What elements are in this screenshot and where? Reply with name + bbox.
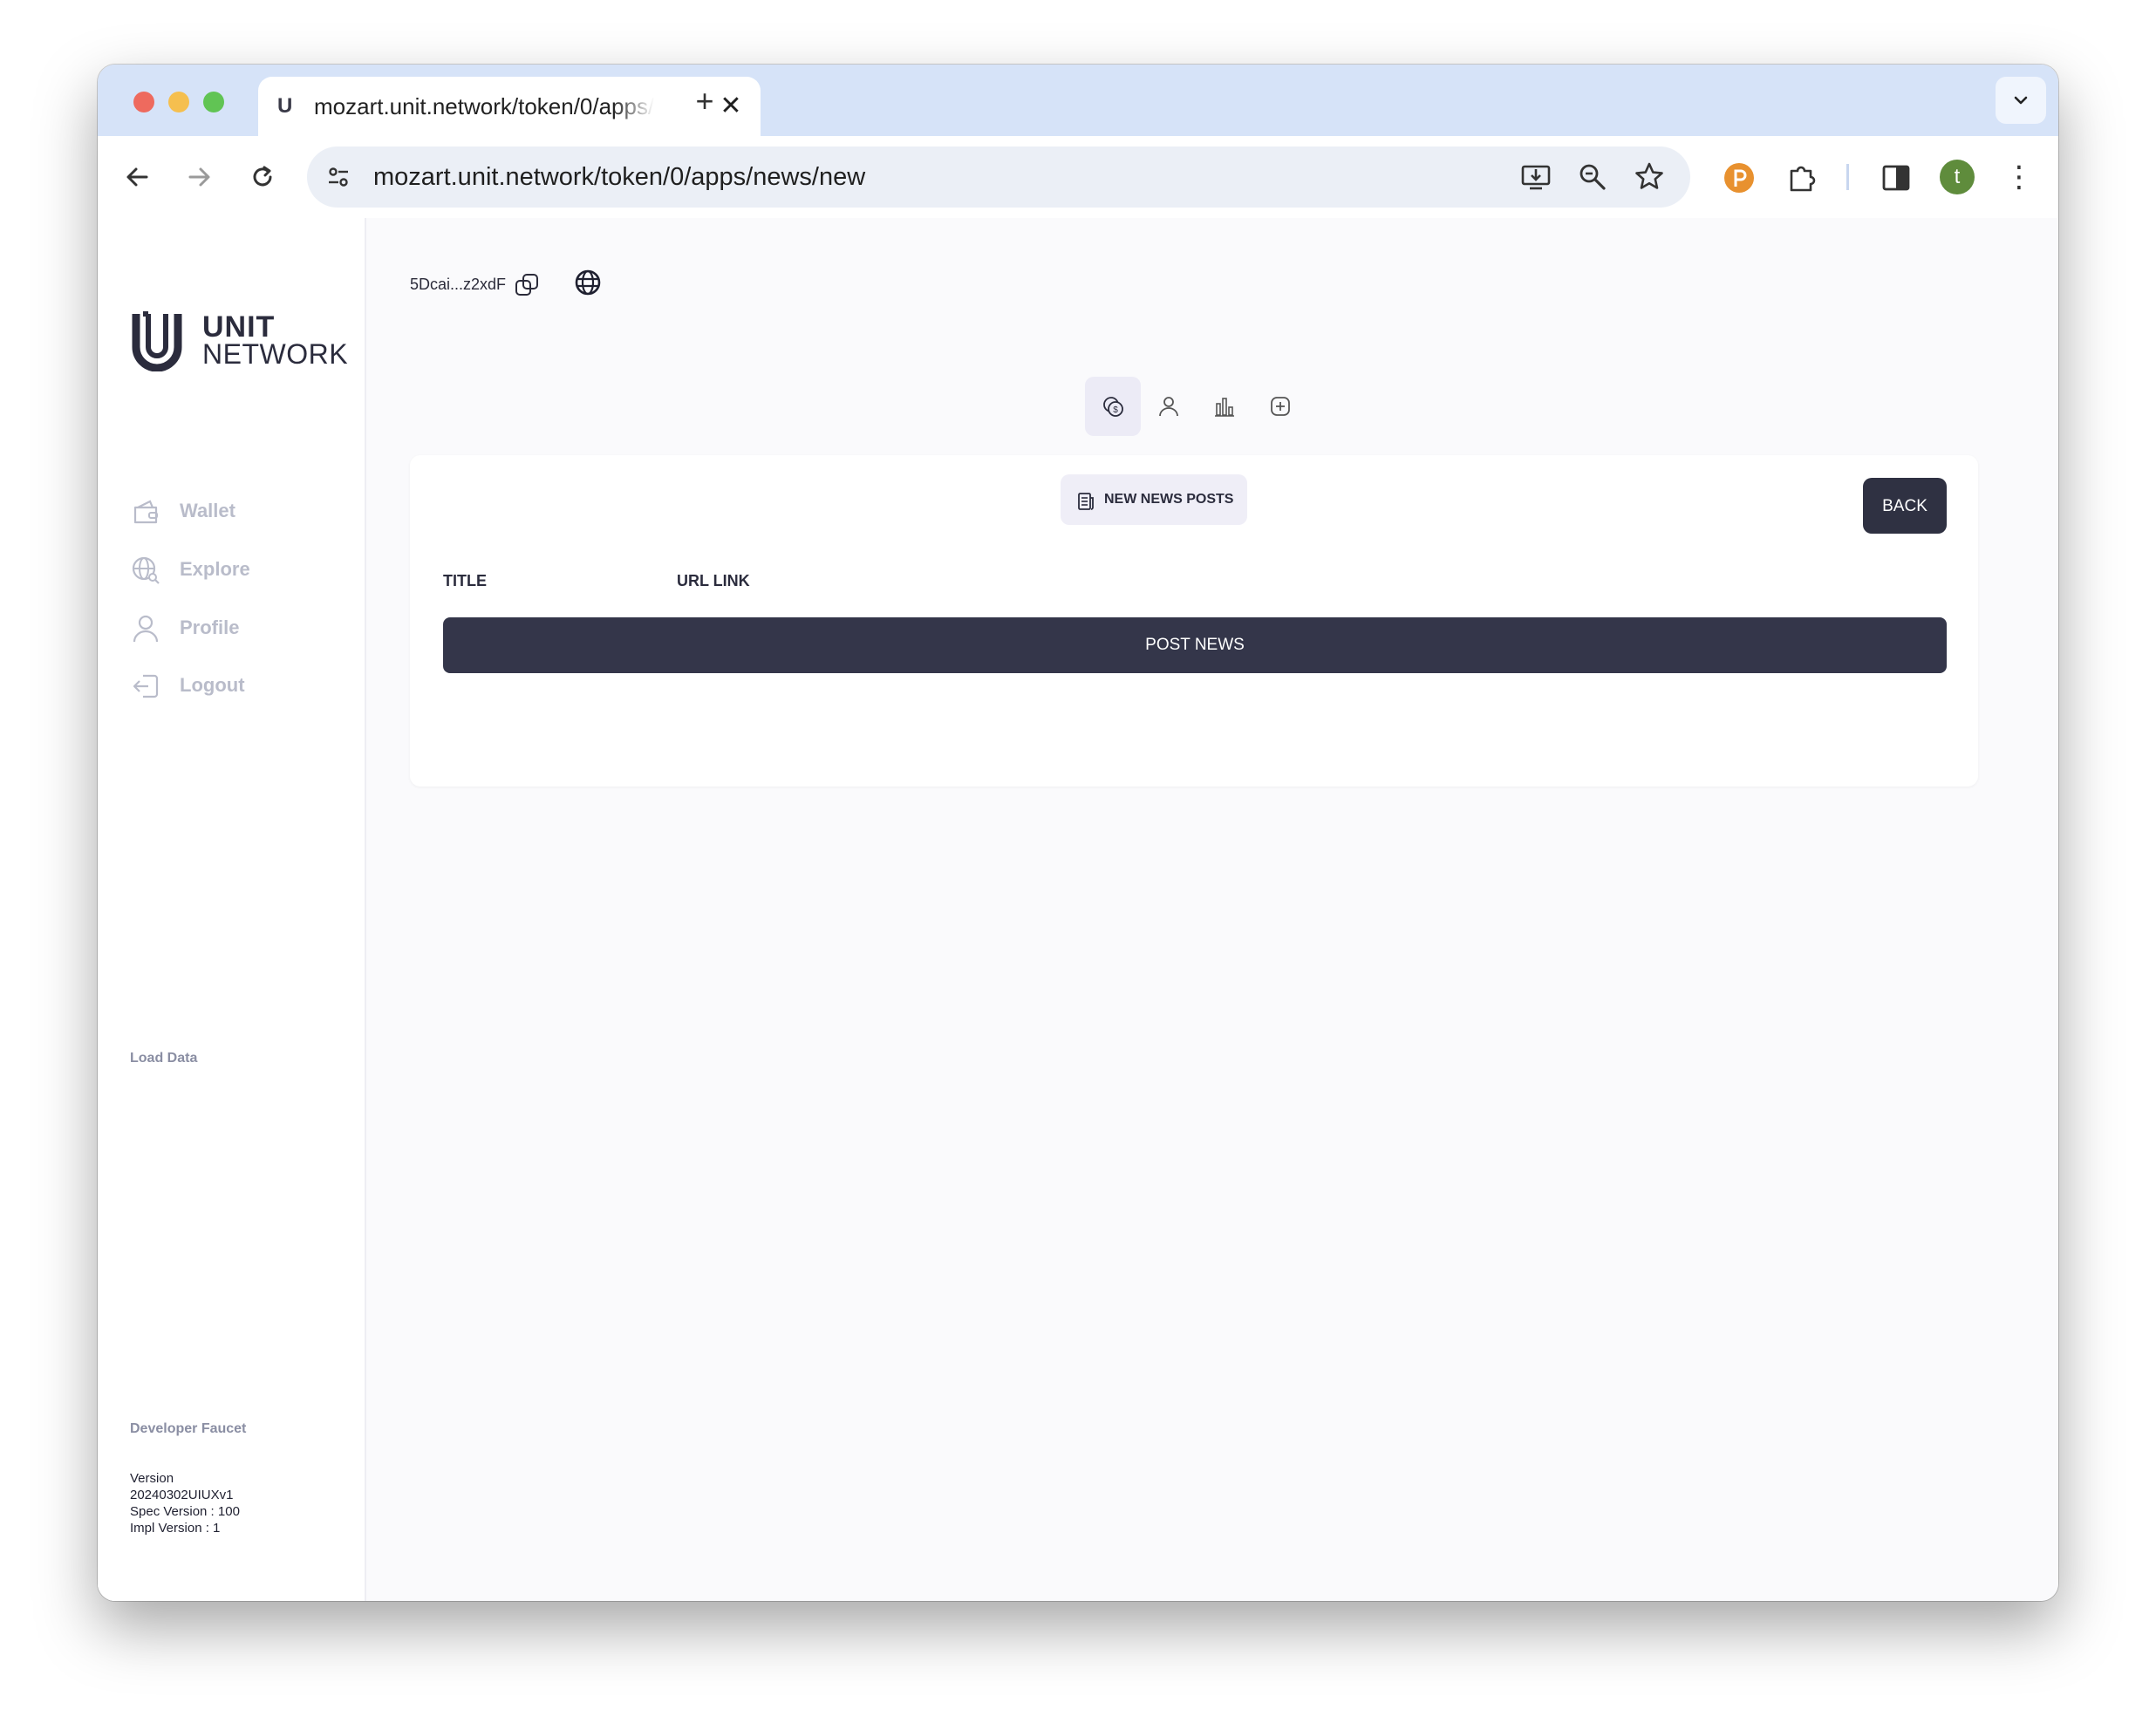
tab-strip: U mozart.unit.network/token/0/apps/news/… [98, 65, 2058, 136]
side-panel-icon[interactable] [1879, 160, 1914, 195]
site-info-button[interactable] [319, 158, 358, 196]
close-window-button[interactable] [133, 92, 154, 112]
token-coin-icon: $ [1103, 397, 1123, 417]
user-icon [1159, 397, 1178, 417]
sidebar-item-logout[interactable]: Logout [131, 670, 340, 705]
tune-icon [329, 167, 348, 187]
browser-window: U mozart.unit.network/token/0/apps/news/… [98, 65, 2058, 1601]
impl-version: Impl Version : 1 [130, 1521, 221, 1536]
app-user-button[interactable] [1141, 377, 1197, 436]
toolbar-separator [1846, 164, 1849, 190]
sidebar-item-wallet[interactable]: Wallet [131, 495, 340, 530]
card-title-chip: NEW NEWS POSTS [1061, 474, 1247, 525]
browser-toolbar: mozart.unit.network/token/0/apps/news/ne… [98, 136, 2058, 220]
url-text[interactable]: mozart.unit.network/token/0/apps/news/ne… [373, 160, 865, 194]
plus-square-icon [1271, 397, 1290, 416]
back-button[interactable]: BACK [1863, 478, 1947, 534]
logo-text-unit: UNIT [202, 310, 276, 344]
load-data-link[interactable]: Load Data [130, 1051, 197, 1066]
bookmark-star-icon[interactable] [1633, 160, 1666, 194]
title-column-header: TITLE [443, 572, 487, 589]
globe-search-icon [132, 556, 160, 584]
sidebar-item-label: Profile [180, 616, 240, 638]
main-content: 5Dcai...z2xdF $ NEW NEWS POSTS BACK TITL… [365, 218, 2058, 1601]
app-token-button[interactable]: $ [1085, 377, 1141, 436]
new-tab-button[interactable]: + [686, 82, 724, 120]
sidebar-item-profile[interactable]: Profile [131, 612, 340, 647]
chevron-down-icon [2014, 96, 2028, 105]
svg-text:$: $ [1113, 405, 1118, 415]
logo-text-network: NETWORK [202, 338, 349, 370]
developer-faucet-link[interactable]: Developer Faucet [130, 1421, 246, 1437]
url-link-column-header: URL LINK [677, 572, 750, 589]
maximize-window-button[interactable] [203, 92, 224, 112]
extension-orange-icon[interactable] [1722, 160, 1757, 195]
card-title: NEW NEWS POSTS [1104, 492, 1234, 507]
back-button[interactable] [117, 157, 157, 197]
copy-icon[interactable] [513, 270, 542, 300]
forward-button[interactable] [180, 157, 220, 197]
unit-network-logo[interactable]: UNIT NETWORK [131, 309, 348, 371]
sidebar: UNIT NETWORK Wallet Explore Profile Logo… [98, 218, 366, 1601]
version-info: Version 20240302UIUXv1 Spec Version : 10… [130, 1470, 240, 1536]
puzzle-extensions-icon[interactable] [1784, 160, 1819, 195]
web-page: UNIT NETWORK Wallet Explore Profile Logo… [98, 218, 2058, 1601]
spec-version: Spec Version : 100 [130, 1504, 240, 1519]
zoom-icon[interactable] [1576, 160, 1609, 194]
minimize-window-button[interactable] [168, 92, 189, 112]
unit-logo-mark-icon [132, 311, 182, 371]
sidebar-item-label: Explore [180, 558, 250, 580]
post-news-button[interactable]: POST NEWS [443, 617, 1947, 673]
tab-favicon-icon: U [277, 94, 292, 118]
newspaper-icon [1078, 493, 1094, 510]
arrow-right-icon [188, 167, 210, 187]
tab-title: mozart.unit.network/token/0/apps/news/ne… [314, 93, 654, 119]
app-add-button[interactable] [1252, 377, 1308, 436]
tab-search-button[interactable] [1996, 77, 2046, 124]
reload-button[interactable] [242, 157, 283, 197]
reload-icon [253, 166, 272, 187]
sidebar-item-label: Wallet [180, 500, 235, 521]
arrow-left-icon [126, 167, 148, 187]
bar-chart-icon [1215, 398, 1234, 417]
address-bar[interactable]: mozart.unit.network/token/0/apps/news/ne… [307, 146, 1690, 208]
sidebar-item-label: Logout [180, 674, 245, 696]
app-stats-button[interactable] [1197, 377, 1252, 436]
version-value: 20240302UIUXv1 [130, 1488, 234, 1502]
sidebar-item-explore[interactable]: Explore [131, 554, 340, 589]
apps-toolbar: $ [1085, 377, 1312, 436]
browser-menu-icon[interactable]: ⋮ [2004, 157, 2034, 197]
profile-avatar[interactable]: t [1940, 160, 1975, 194]
globe-icon[interactable] [572, 267, 604, 298]
install-app-icon[interactable] [1519, 160, 1552, 194]
wallet-address: 5Dcai...z2xdF [410, 276, 507, 293]
user-icon [133, 615, 159, 643]
version-label: Version [130, 1471, 174, 1486]
logout-icon [133, 674, 159, 698]
wallet-icon [133, 500, 158, 524]
news-form-card: NEW NEWS POSTS BACK TITLE URL LINK POST … [410, 455, 1978, 787]
